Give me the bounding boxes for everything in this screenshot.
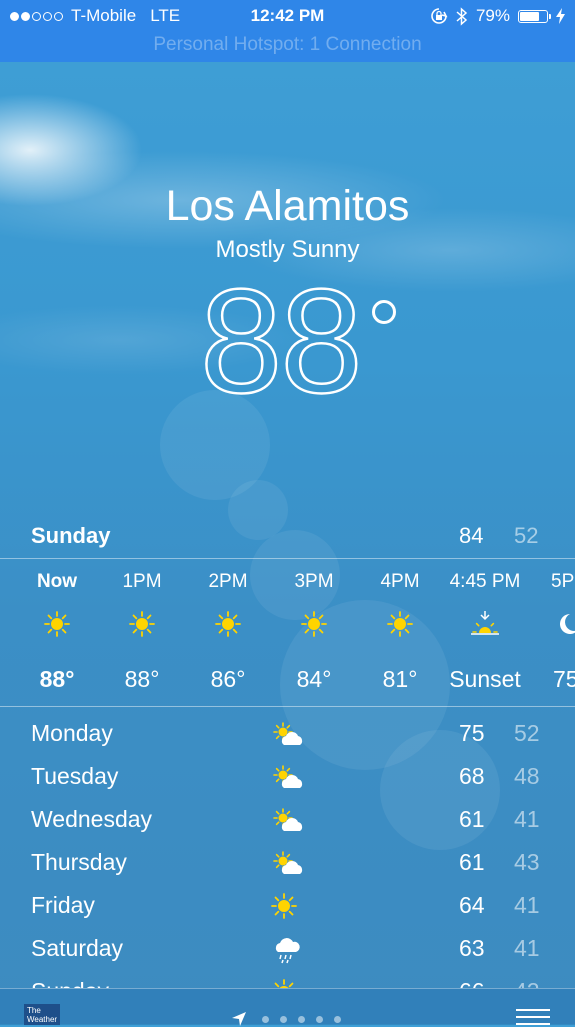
page-dot	[334, 1016, 341, 1023]
day-name: Saturday	[31, 935, 124, 961]
bottom-toolbar: The Weather	[0, 988, 575, 1027]
day-low: 41	[514, 935, 540, 961]
daily-row: Monday 75 52	[0, 716, 575, 759]
rain-icon	[270, 935, 306, 965]
partly-cloudy-icon	[270, 720, 306, 750]
hourly-forecast[interactable]: Now 88° 1PM 88° 2PM 86° 3PM 84° 4PM 81° …	[0, 560, 575, 706]
hour-time: 4PM	[380, 571, 420, 592]
daily-row: Saturday 63 41	[0, 931, 575, 974]
current-temperature-value: 88	[199, 259, 364, 424]
sun-icon	[270, 978, 306, 988]
divider	[0, 706, 575, 707]
day-high: 66	[459, 978, 485, 988]
page-dot	[262, 1016, 269, 1023]
day-name: Thursday	[31, 849, 127, 875]
battery-icon	[518, 9, 551, 23]
page-indicator[interactable]	[262, 1016, 341, 1023]
partly-cloudy-icon	[270, 763, 306, 793]
divider	[0, 558, 575, 559]
hour-temp: 86°	[210, 666, 246, 692]
partly-cloudy-icon	[270, 806, 306, 836]
daily-row: Tuesday 68 48	[0, 759, 575, 802]
hour-temp: Sunset	[449, 666, 521, 692]
day-low: 41	[514, 806, 540, 832]
moon-icon	[554, 610, 575, 638]
today-day: Sunday	[31, 523, 111, 548]
day-high: 61	[459, 806, 485, 832]
page-dot	[280, 1016, 287, 1023]
today-summary: Sunday 84 52	[0, 523, 575, 557]
day-high: 64	[459, 892, 485, 918]
day-high: 61	[459, 849, 485, 875]
current-temperature: 88	[199, 266, 364, 417]
hour-temp: 88°	[124, 666, 160, 692]
daily-row: Sunday 66 42	[0, 974, 575, 988]
page-dot	[316, 1016, 323, 1023]
sun-icon	[214, 610, 242, 638]
sunset-icon	[469, 610, 501, 638]
hour-time: 1PM	[122, 571, 162, 592]
daily-forecast[interactable]: Monday 75 52 Tuesday 68 48 Wednesday 61 …	[0, 716, 575, 988]
daily-row: Thursday 61 43	[0, 845, 575, 888]
sun-icon	[270, 892, 306, 922]
degree-symbol	[372, 300, 396, 324]
partly-cloudy-icon	[270, 849, 306, 879]
daily-row: Wednesday 61 41	[0, 802, 575, 845]
today-low: 52	[514, 523, 539, 548]
sun-icon	[386, 610, 414, 638]
location-arrow-icon[interactable]	[231, 1011, 247, 1027]
day-low: 48	[514, 763, 540, 789]
hour-time: 2PM	[208, 571, 248, 592]
hour-temp: 81°	[382, 666, 418, 692]
hotspot-banner[interactable]: Personal Hotspot: 1 Connection	[0, 34, 575, 56]
day-high: 63	[459, 935, 485, 961]
sun-icon	[43, 610, 71, 638]
sun-icon	[300, 610, 328, 638]
day-high: 68	[459, 763, 485, 789]
today-high: 84	[459, 523, 484, 548]
day-low: 43	[514, 849, 540, 875]
weather-channel-logo[interactable]: The Weather	[24, 1004, 60, 1025]
bluetooth-icon	[456, 6, 468, 26]
hour-temp: 84°	[296, 666, 332, 692]
day-low: 41	[514, 892, 540, 918]
day-low: 52	[514, 720, 540, 746]
hour-temp: 75	[553, 666, 575, 692]
hour-time: 4:45 PM	[449, 571, 521, 592]
hour-time: 3PM	[294, 571, 334, 592]
hour-time: 5P	[551, 571, 575, 592]
rotation-lock-icon	[431, 8, 448, 24]
status-bar: T-Mobile LTE 12:42 PM 79% Personal Hotsp…	[0, 0, 575, 62]
day-name: Wednesday	[31, 806, 153, 832]
city-name: Los Alamitos	[165, 182, 410, 230]
day-low: 42	[514, 978, 540, 988]
day-name: Sunday	[31, 978, 109, 988]
day-name: Monday	[31, 720, 113, 746]
charging-bolt-icon	[556, 8, 565, 24]
day-high: 75	[459, 720, 485, 746]
city-list-icon[interactable]	[516, 1009, 550, 1025]
hour-temp: 88°	[39, 666, 75, 692]
day-name: Friday	[31, 892, 95, 918]
hour-time: Now	[36, 571, 78, 592]
day-name: Tuesday	[31, 763, 119, 789]
sun-icon	[128, 610, 156, 638]
page-dot	[298, 1016, 305, 1023]
battery-percent: 79%	[475, 6, 510, 25]
daily-row: Friday 64 41	[0, 888, 575, 931]
